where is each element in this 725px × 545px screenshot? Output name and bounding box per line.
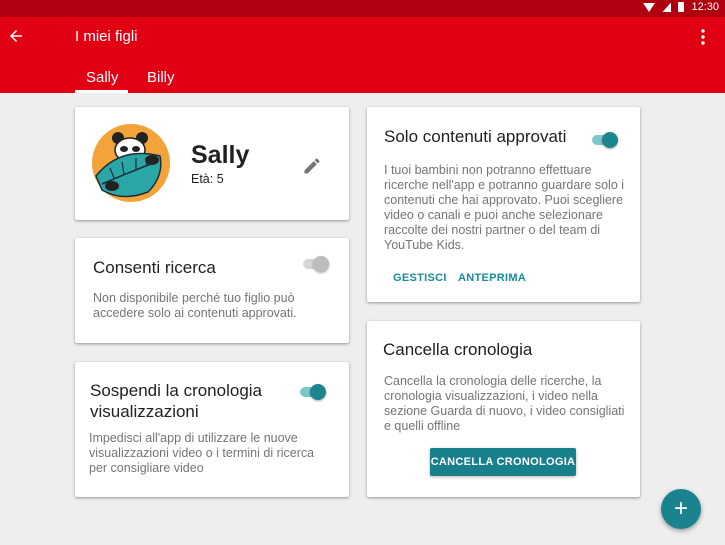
toggle-thumb <box>602 132 618 148</box>
preview-button[interactable]: ANTEPRIMA <box>458 272 526 284</box>
child-name: Sally <box>191 141 250 169</box>
plus-icon: + <box>673 495 688 522</box>
clear-history-card: Cancella cronologia Cancella la cronolog… <box>367 321 640 497</box>
clear-history-description: Cancella la cronologia delle ricerche, l… <box>384 374 625 433</box>
battery-icon <box>678 2 685 12</box>
manage-button[interactable]: GESTISCI <box>393 272 447 284</box>
edit-pencil-icon[interactable] <box>302 156 322 176</box>
add-fab-button[interactable]: + <box>661 489 701 529</box>
pause-history-description: Impedisci all'app di utilizzare le nuove… <box>89 431 315 475</box>
clear-history-title: Cancella cronologia <box>383 340 533 359</box>
tab-billy[interactable]: Billy <box>147 69 175 86</box>
allow-search-title: Consenti ricerca <box>93 258 216 277</box>
approved-only-title: Solo contenuti approvati <box>384 127 567 146</box>
allow-search-toggle[interactable] <box>301 256 329 272</box>
tab-indicator <box>75 90 128 93</box>
allow-search-card: Consenti ricerca Non disponibile perché … <box>75 238 349 343</box>
approved-only-description: I tuoi bambini non potranno effettuare r… <box>384 163 625 252</box>
cell-signal-icon <box>662 2 672 12</box>
pause-history-card: Sospendi la cronologia visualizzazioni I… <box>75 362 349 497</box>
profile-card: Sally Età: 5 <box>75 107 349 220</box>
toggle-thumb <box>313 256 329 272</box>
allow-search-description: Non disponibile perché tuo figlio può ac… <box>93 291 297 320</box>
pause-history-toggle[interactable] <box>298 384 326 400</box>
clear-history-button[interactable]: CANCELLA CRONOLOGIA <box>430 448 576 476</box>
child-age: Età: 5 <box>191 172 224 186</box>
more-vert-icon[interactable] <box>701 29 705 45</box>
back-arrow-icon[interactable] <box>7 27 25 45</box>
toggle-thumb <box>310 384 326 400</box>
approved-only-toggle[interactable] <box>590 132 618 148</box>
panda-avatar <box>92 124 170 202</box>
pause-history-title: Sospendi la cronologia visualizzazioni <box>90 381 263 421</box>
app-bar: I miei figli Sally Billy <box>0 17 725 93</box>
tab-sally[interactable]: Sally <box>86 69 119 86</box>
page-title: I miei figli <box>75 28 138 45</box>
wifi-icon <box>643 2 656 12</box>
status-bar: 12:30 <box>0 0 725 17</box>
approved-only-card: Solo contenuti approvati I tuoi bambini … <box>367 107 640 302</box>
status-time: 12:30 <box>691 1 719 13</box>
